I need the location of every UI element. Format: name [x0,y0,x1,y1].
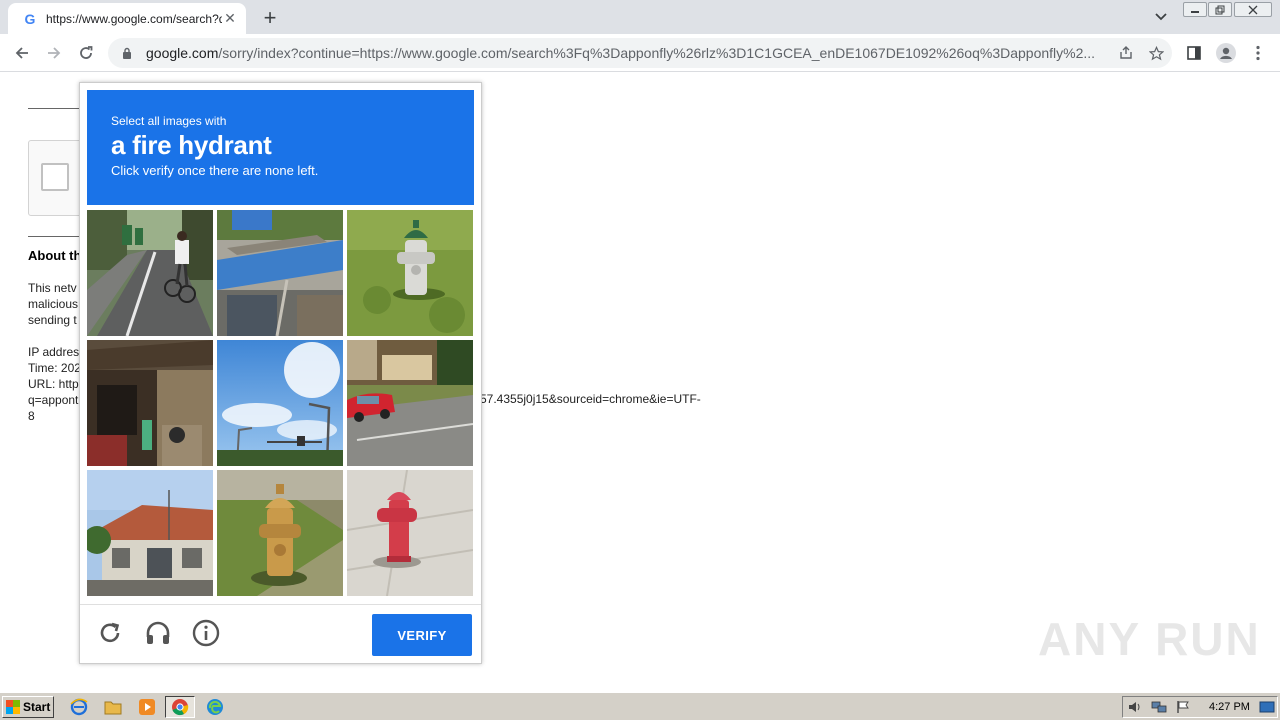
back-button[interactable] [8,40,36,66]
close-window-button[interactable] [1234,2,1272,17]
action-center-flag-icon[interactable] [1175,700,1191,714]
lock-icon[interactable] [120,46,134,60]
start-button[interactable]: Start [2,696,54,718]
query-tail-text: 57.4355j0j15&sourceid=chrome&ie=UTF- [480,392,701,406]
captcha-tile-house-roof[interactable] [87,470,213,596]
info-icon [192,619,220,647]
url-text[interactable]: google.com/sorry/index?continue=https://… [146,45,1108,61]
query-line: q=appont [28,393,79,407]
address-bar[interactable]: google.com/sorry/index?continue=https://… [108,38,1172,68]
paragraph-line: This netv [28,281,77,295]
kebab-menu-icon [1256,45,1260,61]
show-desktop-icon[interactable] [1259,700,1275,714]
minimize-button[interactable] [1183,2,1207,17]
url-line: URL: http [28,377,79,391]
taskbar: Start 4:27 PM [0,692,1280,720]
captcha-footer: VERIFY [80,604,481,664]
internet-explorer-icon[interactable] [68,697,90,717]
tab-close-icon[interactable]: ✕ [222,10,238,27]
reload-challenge-button[interactable] [94,617,126,649]
share-icon[interactable] [1114,41,1138,65]
captcha-tile-street-cyclist[interactable] [87,210,213,336]
time-line: Time: 202 [28,361,81,375]
side-panel-icon [1187,46,1201,60]
captcha-image-grid [87,210,475,598]
recaptcha-checkbox[interactable] [41,163,69,191]
forward-button[interactable] [40,40,68,66]
network-icon[interactable] [1151,700,1167,714]
google-favicon-icon: G [24,10,36,27]
verify-button[interactable]: VERIFY [372,614,472,656]
instruction-text: Select all images with [111,114,227,128]
start-label: Start [23,700,51,714]
instruction-subtext: Click verify once there are none left. [111,163,319,178]
captcha-header: Select all images with a fire hydrant Cl… [87,90,474,205]
refresh-icon [100,622,120,643]
captcha-tile-red-car-road[interactable] [347,340,473,466]
menu-button[interactable] [1244,40,1272,66]
captcha-tile-red-hydrant[interactable] [347,470,473,596]
bookmark-star-icon[interactable] [1144,41,1168,65]
volume-icon[interactable] [1127,700,1143,714]
about-heading: About th [28,248,82,263]
side-panel-button[interactable] [1180,40,1208,66]
browser-tab[interactable]: G https://www.google.com/search?q= ✕ [8,3,246,34]
tab-search-chevron-icon[interactable] [1150,6,1172,28]
reload-icon [80,46,93,59]
system-tray: 4:27 PM [1122,696,1278,718]
captcha-challenge: Select all images with a fire hydrant Cl… [79,82,482,664]
captcha-tile-yellow-hydrant[interactable] [217,470,343,596]
ip-address-line: IP addres [28,345,80,359]
captcha-tile-storefront[interactable] [87,340,213,466]
chrome-taskbar-icon[interactable] [165,696,195,718]
anyrun-watermark-logo: ANY RUN [1038,613,1261,665]
tab-strip: G https://www.google.com/search?q= ✕ + [0,0,1280,34]
captcha-tile-green-white-hydrant[interactable] [347,210,473,336]
info-button[interactable] [190,617,222,649]
paragraph-line: malicious [28,297,79,311]
headphones-icon [146,621,170,644]
new-tab-button[interactable]: + [258,5,282,30]
profile-avatar-icon [1216,43,1236,63]
browser-toolbar: google.com/sorry/index?continue=https://… [0,34,1280,72]
captcha-tile-tin-roof-shed[interactable] [217,210,343,336]
restore-button[interactable] [1208,2,1232,17]
windows-logo-icon [6,700,20,714]
reload-button[interactable] [72,40,100,66]
target-object-label: a fire hydrant [111,130,272,160]
forward-arrow-icon [48,47,61,59]
query-line-end: 8 [28,409,35,423]
file-explorer-icon[interactable] [102,697,124,717]
edge-icon[interactable] [204,697,226,717]
taskbar-clock: 4:27 PM [1209,701,1250,713]
audio-challenge-button[interactable] [142,617,174,649]
tab-title: https://www.google.com/search?q= [46,11,222,26]
media-player-icon[interactable] [136,697,158,717]
paragraph-line: sending t [28,313,77,327]
back-arrow-icon [15,47,28,59]
profile-button[interactable] [1212,40,1240,66]
captcha-tile-sky-streetlight[interactable] [217,340,343,466]
